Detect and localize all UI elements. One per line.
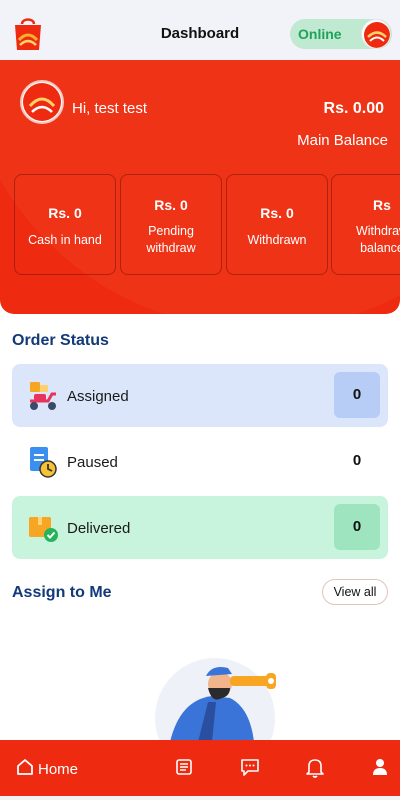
avatar[interactable] — [20, 80, 64, 124]
delivered-box-check-icon — [26, 511, 60, 545]
stat-card-withdraw-balance[interactable]: Rs Withdraw balance — [331, 174, 400, 275]
status-bar — [0, 0, 400, 8]
nav-home-button[interactable]: Home — [16, 758, 78, 780]
order-status-count: 0 — [334, 504, 380, 550]
order-status-label: Assigned — [67, 388, 129, 405]
balance-stats-scroller[interactable]: Rs. 0 Cash in hand Rs. 0 Pending withdra… — [14, 174, 400, 276]
profile-icon[interactable] — [370, 757, 392, 779]
assign-to-me-title: Assign to Me — [12, 584, 112, 601]
stat-label: Cash in hand — [28, 233, 102, 247]
order-status-label: Delivered — [67, 520, 131, 537]
order-status-label: Paused — [67, 454, 118, 471]
online-status-toggle[interactable]: Online — [290, 19, 392, 49]
notification-bell-icon[interactable] — [305, 757, 327, 779]
main-balance-value: Rs. 0.00 — [323, 100, 384, 117]
app-bar: Dashboard Online — [0, 8, 400, 60]
paused-document-clock-icon — [26, 445, 60, 479]
order-status-row-paused[interactable]: Paused 0 — [12, 430, 388, 493]
order-status-row-assigned[interactable]: Assigned 0 — [12, 364, 388, 427]
chat-icon[interactable] — [240, 757, 262, 779]
empty-state-illustration — [150, 652, 280, 742]
balance-header-card: Hi, test test Rs. 0.00 Main Balance Rs. … — [0, 60, 400, 314]
system-nav-bar — [0, 796, 400, 800]
nav-home-label: Home — [38, 760, 79, 778]
stat-label: Withdraw balance — [355, 224, 400, 255]
online-status-label: Online — [298, 26, 342, 42]
stat-value: Rs — [373, 197, 391, 213]
stat-label: Withdrawn — [247, 233, 307, 247]
greeting-text: Hi, test test — [72, 100, 148, 117]
view-all-button[interactable]: View all — [322, 579, 388, 605]
order-status-title: Order Status — [12, 332, 109, 349]
order-status-count: 0 — [334, 438, 380, 484]
stat-value: Rs. 0 — [154, 197, 188, 213]
stat-label: Pending withdraw — [146, 224, 196, 255]
bottom-navigation: Home — [0, 740, 400, 796]
delivery-scooter-icon — [26, 379, 60, 413]
stat-card-withdrawn[interactable]: Rs. 0 Withdrawn — [226, 174, 328, 275]
stat-card-cash-in-hand[interactable]: Rs. 0 Cash in hand — [14, 174, 116, 275]
home-icon — [16, 758, 34, 780]
orders-list-icon[interactable] — [174, 757, 196, 779]
order-status-count: 0 — [334, 372, 380, 418]
status-toggle-knob-icon — [361, 19, 391, 49]
stat-card-pending-withdraw[interactable]: Rs. 0 Pending withdraw — [120, 174, 222, 275]
main-balance-label: Main Balance — [297, 132, 388, 149]
order-status-row-delivered[interactable]: Delivered 0 — [12, 496, 388, 559]
stat-value: Rs. 0 — [48, 205, 82, 221]
stat-value: Rs. 0 — [260, 205, 294, 221]
